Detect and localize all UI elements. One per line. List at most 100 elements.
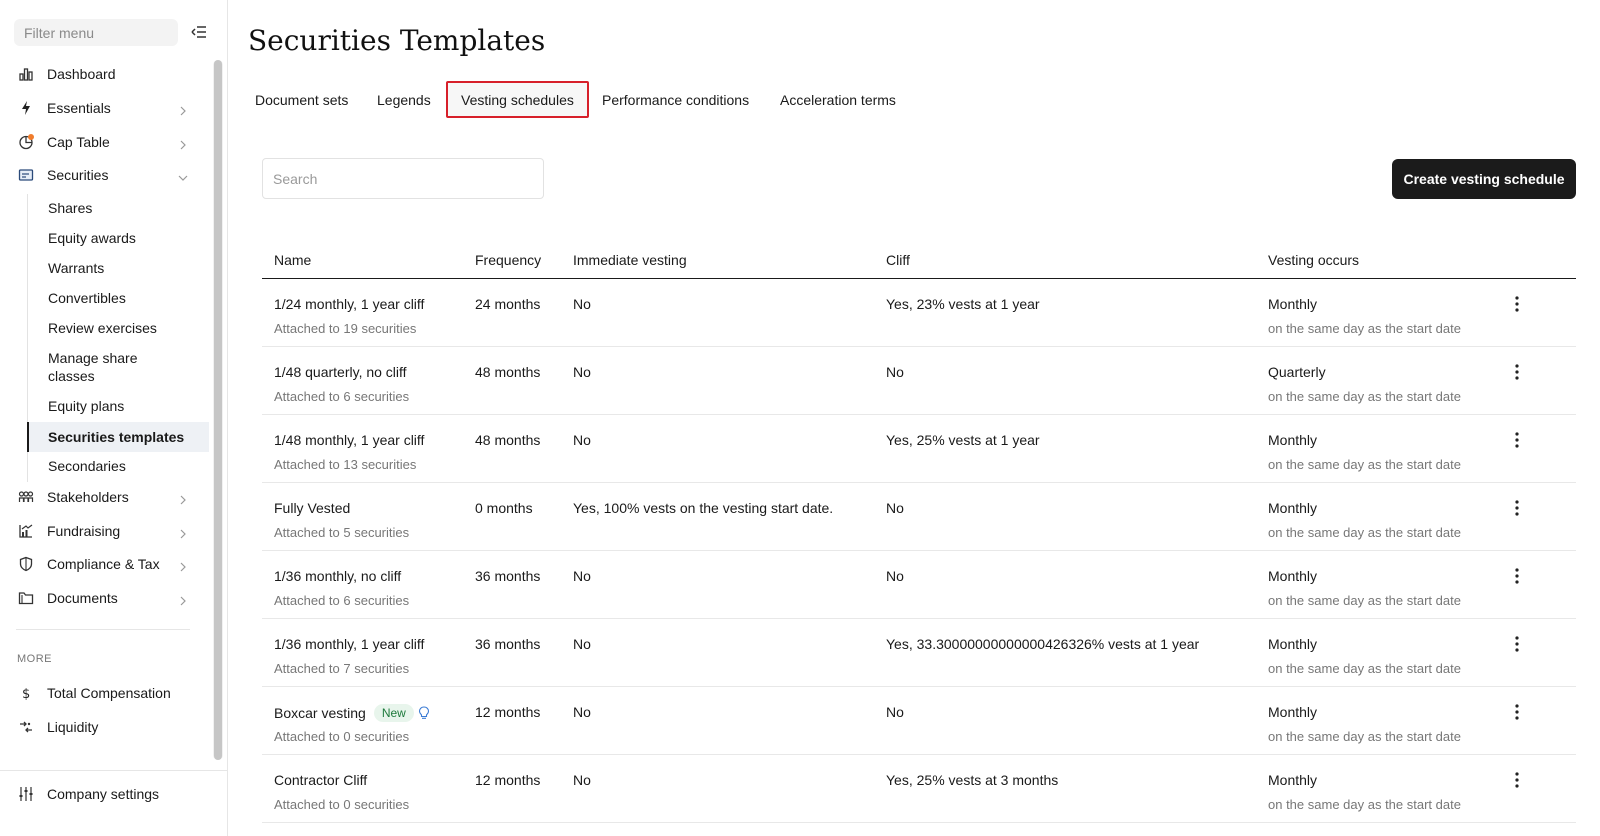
cliff-value: No: [886, 364, 904, 380]
more-options-icon[interactable]: [1512, 499, 1522, 517]
more-options-icon[interactable]: [1512, 295, 1522, 313]
sidebar-item-stakeholders[interactable]: Stakeholders: [0, 482, 208, 512]
sidebar-item-securities[interactable]: Securities: [0, 160, 208, 190]
sidebar-subitem-warrants[interactable]: Warrants: [27, 254, 209, 284]
column-header-vesting-occurs[interactable]: Vesting occurs: [1268, 252, 1359, 268]
table-row[interactable]: Boxcar vesting New Attached to 0 securiti…: [262, 687, 1576, 755]
lightning-icon: [18, 100, 34, 116]
cliff-value: Yes, 25% vests at 3 months: [886, 772, 1059, 788]
immediate-vesting-value: No: [573, 364, 591, 380]
sidebar-item-label: Stakeholders: [47, 489, 129, 505]
tab-legends[interactable]: Legends: [364, 81, 444, 118]
table-row[interactable]: Contractor Cliff Attached to 0 securitie…: [262, 755, 1576, 823]
sidebar-item-label: Company settings: [47, 786, 160, 802]
collapse-sidebar-icon[interactable]: [190, 24, 208, 40]
sidebar-item-label: Total Compensation: [47, 685, 171, 701]
sidebar-scrollbar-thumb[interactable]: [214, 60, 222, 760]
shield-icon: [18, 556, 34, 572]
people-icon: [18, 489, 34, 505]
immediate-vesting-value: No: [573, 296, 591, 312]
attached-count: Attached to 0 securities: [274, 729, 410, 744]
sidebar-item-total-compensation[interactable]: $ Total Compensation: [0, 678, 208, 708]
chevron-right-icon: [178, 559, 188, 572]
vesting-occurs-detail: on the same day as the start date: [1268, 593, 1461, 608]
bar-chart-icon: [18, 66, 34, 82]
frequency-value: 12 months: [475, 704, 541, 720]
sidebar-subitem-convertibles[interactable]: Convertibles: [27, 284, 209, 314]
schedule-name-cell: Boxcar vesting New: [274, 704, 430, 723]
more-options-icon[interactable]: [1512, 567, 1522, 585]
sidebar-item-essentials[interactable]: Essentials: [0, 93, 208, 123]
sidebar-scrollbar[interactable]: [213, 60, 223, 760]
table-row[interactable]: 1/24 monthly, 1 year cliff Attached to 1…: [262, 279, 1576, 347]
sidebar-item-label: Cap Table: [47, 134, 110, 150]
tab-vesting-schedules[interactable]: Vesting schedules: [446, 81, 589, 118]
schedule-name: Boxcar vesting: [274, 705, 366, 721]
more-options-icon[interactable]: [1512, 703, 1522, 721]
immediate-vesting-value: Yes, 100% vests on the vesting start dat…: [573, 500, 834, 516]
vesting-occurs-value: Monthly: [1268, 500, 1318, 516]
table-row[interactable]: 1/48 monthly, 1 year cliff Attached to 1…: [262, 415, 1576, 483]
chevron-right-icon: [178, 103, 188, 116]
column-header-immediate-vesting[interactable]: Immediate vesting: [573, 252, 687, 268]
search-input[interactable]: [262, 158, 544, 199]
more-options-icon[interactable]: [1512, 363, 1522, 381]
attached-count: Attached to 19 securities: [274, 321, 417, 336]
tab-acceleration-terms[interactable]: Acceleration terms: [767, 81, 909, 118]
table-row[interactable]: Fully Vested Attached to 5 securities 0 …: [262, 483, 1576, 551]
sidebar-subitem-equity-plans[interactable]: Equity plans: [27, 392, 209, 422]
column-header-cliff[interactable]: Cliff: [886, 252, 910, 268]
vesting-occurs-detail: on the same day as the start date: [1268, 457, 1461, 472]
table-header: Name Frequency Immediate vesting Cliff V…: [262, 240, 1576, 279]
table-row[interactable]: 1/36 monthly, no cliff Attached to 6 sec…: [262, 551, 1576, 619]
tab-performance-conditions[interactable]: Performance conditions: [589, 81, 762, 118]
more-section-label: MORE: [17, 653, 52, 665]
sidebar-item-label: Essentials: [47, 100, 111, 116]
column-header-frequency[interactable]: Frequency: [475, 252, 541, 268]
tab-document-sets[interactable]: Document sets: [242, 81, 361, 118]
column-header-name[interactable]: Name: [274, 252, 311, 268]
vesting-occurs-detail: on the same day as the start date: [1268, 729, 1461, 744]
attached-count: Attached to 6 securities: [274, 389, 410, 404]
sidebar-subitem-secondaries[interactable]: Secondaries: [27, 452, 209, 482]
sidebar-item-compliance-tax[interactable]: Compliance & Tax: [0, 549, 208, 579]
filter-menu-input[interactable]: [14, 19, 178, 46]
liquidity-icon: [18, 719, 34, 735]
more-options-icon[interactable]: [1512, 431, 1522, 449]
table-row[interactable]: 1/36 monthly, 1 year cliff Attached to 7…: [262, 619, 1576, 687]
sliders-icon: [18, 786, 34, 802]
schedule-name: 1/24 monthly, 1 year cliff: [274, 296, 425, 312]
frequency-value: 48 months: [475, 364, 541, 380]
vesting-occurs-detail: on the same day as the start date: [1268, 321, 1461, 336]
sidebar-subitem-equity-awards[interactable]: Equity awards: [27, 224, 209, 254]
sidebar-subitem-shares[interactable]: Shares: [27, 194, 209, 224]
sidebar-item-documents[interactable]: Documents: [0, 583, 208, 613]
sidebar-item-cap-table[interactable]: Cap Table: [0, 127, 208, 157]
sidebar-item-company-settings[interactable]: Company settings: [0, 779, 208, 809]
more-options-icon[interactable]: [1512, 771, 1522, 789]
sidebar-subitem-review-exercises[interactable]: Review exercises: [27, 314, 209, 344]
sidebar-item-fundraising[interactable]: Fundraising: [0, 516, 208, 546]
sidebar-item-dashboard[interactable]: Dashboard: [0, 59, 208, 89]
vesting-occurs-value: Monthly: [1268, 432, 1318, 448]
sidebar-item-liquidity[interactable]: Liquidity: [0, 712, 208, 742]
sidebar-item-label: Dashboard: [47, 66, 116, 82]
sidebar-subitem-manage-share-classes[interactable]: Manage share classes: [27, 344, 209, 392]
page-title: Securities Templates: [248, 24, 546, 57]
chevron-right-icon: [178, 137, 188, 150]
table-row[interactable]: 1/48 quarterly, no cliff Attached to 6 s…: [262, 347, 1576, 415]
frequency-value: 36 months: [475, 568, 541, 584]
vesting-occurs-value: Monthly: [1268, 704, 1318, 720]
vesting-schedules-table: Name Frequency Immediate vesting Cliff V…: [262, 240, 1576, 823]
vesting-occurs-detail: on the same day as the start date: [1268, 389, 1461, 404]
immediate-vesting-value: No: [573, 772, 591, 788]
lightbulb-icon[interactable]: [418, 706, 430, 723]
schedule-name: 1/36 monthly, 1 year cliff: [274, 636, 425, 652]
sidebar-subitem-securities-templates[interactable]: Securities templates: [27, 422, 209, 452]
create-vesting-schedule-button[interactable]: Create vesting schedule: [1392, 159, 1576, 199]
vesting-occurs-detail: on the same day as the start date: [1268, 661, 1461, 676]
more-options-icon[interactable]: [1512, 635, 1522, 653]
attached-count: Attached to 5 securities: [274, 525, 410, 540]
schedule-name: Fully Vested: [274, 500, 351, 516]
sidebar-item-label: Fundraising: [47, 523, 121, 539]
